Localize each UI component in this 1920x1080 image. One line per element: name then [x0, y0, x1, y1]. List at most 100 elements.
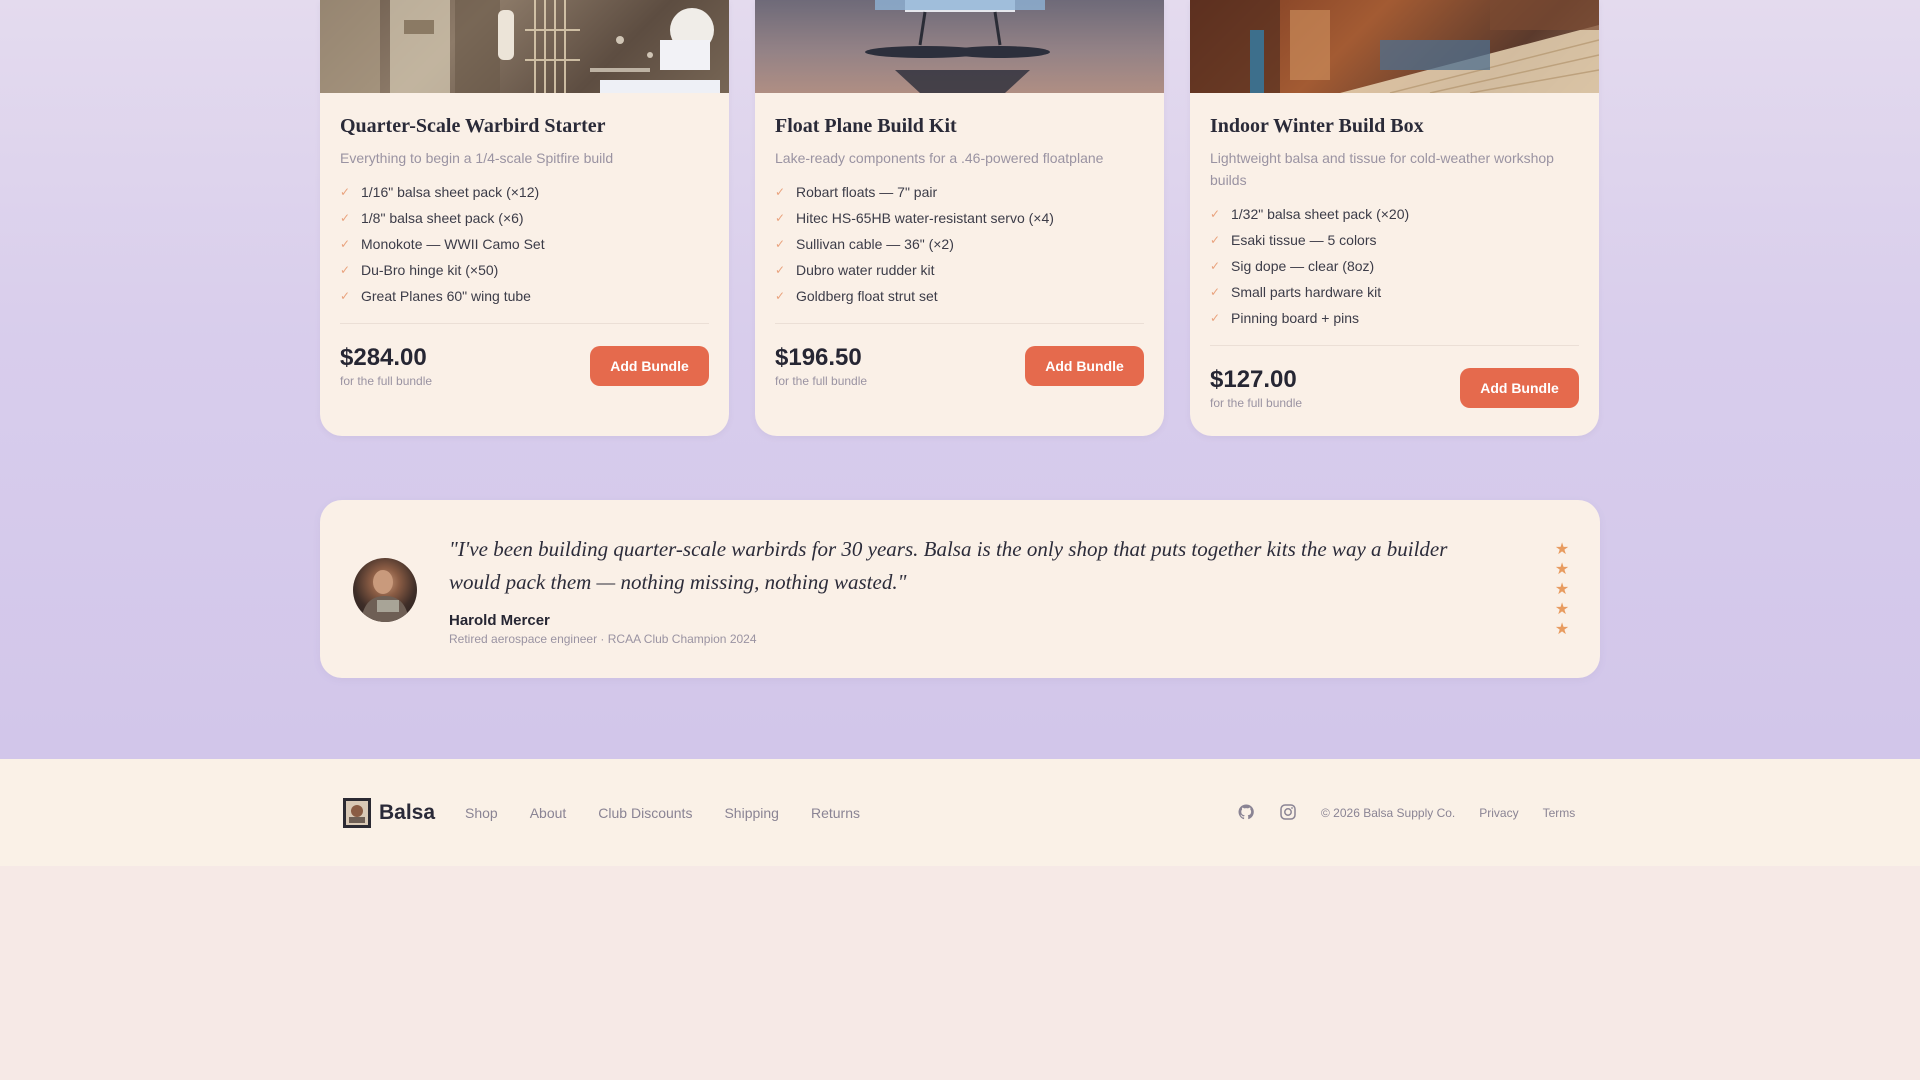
site-footer: Balsa Shop About Club Discounts Shipping…	[0, 759, 1920, 866]
product-subtitle: Lightweight balsa and tissue for cold-we…	[1210, 150, 1554, 188]
card-divider	[340, 323, 709, 324]
feature-list: ✓ 1/32" balsa sheet pack (×20) ✓ Esaki tis…	[1210, 201, 1579, 331]
feature-text: Esaki tissue — 5 colors	[1231, 232, 1377, 248]
check-icon: ✓	[340, 237, 351, 251]
product-title: Indoor Winter Build Box	[1210, 115, 1424, 137]
product-photo-floatplane	[755, 0, 1164, 93]
avatar-portrait	[361, 570, 409, 622]
feature-item: ✓ 1/16" balsa sheet pack (×12)	[340, 179, 709, 205]
feature-item: ✓ Robart floats — 7" pair	[775, 179, 1144, 205]
product-photo-indoor	[1190, 0, 1599, 93]
testimonial-author-role: Retired aerospace engineer · RCAA Club C…	[449, 632, 757, 646]
feature-text: Small parts hardware kit	[1231, 284, 1382, 300]
feature-text: 1/16" balsa sheet pack (×12)	[361, 184, 540, 200]
star-icon: ★	[1554, 621, 1570, 638]
instagram-icon[interactable]	[1280, 804, 1296, 820]
add-bundle-button[interactable]: Add Bundle	[1025, 346, 1144, 386]
footer-nav: Shop About Club Discounts Shipping Retur…	[465, 804, 860, 822]
price-note: for the full bundle	[1210, 396, 1303, 410]
testimonial-quote: "I've been building quarter-scale warbir…	[449, 537, 1448, 594]
feature-item: ✓ Sig dope — clear (8oz)	[1210, 253, 1579, 279]
check-icon: ✓	[340, 263, 351, 277]
feature-item: ✓ Du-Bro hinge kit (×50)	[340, 257, 709, 283]
feature-text: Robart floats — 7" pair	[796, 184, 938, 200]
price: $284.00	[340, 344, 427, 371]
check-icon: ✓	[1210, 233, 1221, 247]
github-icon[interactable]	[1238, 804, 1254, 820]
check-icon: ✓	[775, 185, 786, 199]
footer-nav-returns[interactable]: Returns	[811, 804, 860, 822]
copyright: © 2026 Balsa Supply Co.	[1321, 806, 1456, 820]
feature-text: Monokote — WWII Camo Set	[361, 236, 545, 252]
brand-link[interactable]: Balsa	[343, 798, 435, 828]
feature-item: ✓ Dubro water rudder kit	[775, 257, 1144, 283]
feature-item: ✓ Pinning board + pins	[1210, 305, 1579, 331]
feature-item: ✓ Small parts hardware kit	[1210, 279, 1579, 305]
product-title: Float Plane Build Kit	[775, 115, 957, 137]
product-title: Quarter-Scale Warbird Starter	[340, 115, 606, 137]
feature-item: ✓ Goldberg float strut set	[775, 283, 1144, 309]
feature-list: ✓ Robart floats — 7" pair ✓ Hitec HS-65HB …	[775, 179, 1144, 309]
product-card-indoor: Indoor Winter Build Box Lightweight bals…	[1190, 0, 1599, 436]
privacy-link[interactable]: Privacy	[1479, 806, 1518, 820]
add-bundle-button[interactable]: Add Bundle	[590, 346, 709, 386]
feature-item: ✓ Monokote — WWII Camo Set	[340, 231, 709, 257]
feature-text: Pinning board + pins	[1231, 310, 1360, 326]
check-icon: ✓	[340, 289, 351, 303]
feature-item: ✓ 1/8" balsa sheet pack (×6)	[340, 205, 709, 231]
feature-text: Du-Bro hinge kit (×50)	[361, 262, 499, 278]
feature-text: Sullivan cable — 36" (×2)	[796, 236, 954, 252]
feature-text: 1/32" balsa sheet pack (×20)	[1231, 206, 1410, 222]
footer-nav-shop[interactable]: Shop	[465, 804, 498, 822]
star-icon: ★	[1554, 581, 1570, 598]
testimonial-card: "I've been building quarter-scale warbir…	[320, 500, 1600, 678]
price-row: $127.00 for the full bundle Add Bundle	[1210, 366, 1579, 410]
floatplane-image	[755, 0, 1164, 93]
footer-meta: © 2026 Balsa Supply Co. Privacy Terms	[1321, 806, 1575, 820]
feature-text: Sig dope — clear (8oz)	[1231, 258, 1375, 274]
warbird-kit-image	[320, 0, 720, 93]
check-icon: ✓	[1210, 311, 1221, 325]
social-links	[1238, 804, 1296, 820]
price-note: for the full bundle	[775, 374, 868, 388]
check-icon: ✓	[775, 237, 786, 251]
price: $127.00	[1210, 366, 1297, 393]
product-cards: Quarter-Scale Warbird Starter Everything…	[320, 0, 1600, 436]
product-card-warbird: Quarter-Scale Warbird Starter Everything…	[320, 0, 729, 436]
product-photo-warbird	[320, 0, 729, 93]
price-row: $196.50 for the full bundle Add Bundle	[775, 344, 1144, 388]
star-icon: ★	[1554, 541, 1570, 558]
star-icon: ★	[1554, 561, 1570, 578]
check-icon: ✓	[775, 289, 786, 303]
check-icon: ✓	[1210, 285, 1221, 299]
check-icon: ✓	[340, 185, 351, 199]
feature-item: ✓ Sullivan cable — 36" (×2)	[775, 231, 1144, 257]
star-icon: ★	[1554, 601, 1570, 618]
card-divider	[1210, 345, 1579, 346]
check-icon: ✓	[1210, 207, 1221, 221]
feature-text: Goldberg float strut set	[796, 288, 938, 304]
footer-nav-about[interactable]: About	[530, 804, 567, 822]
footer-nav-shipping[interactable]: Shipping	[724, 804, 779, 822]
terms-link[interactable]: Terms	[1543, 806, 1576, 820]
feature-item: ✓ Esaki tissue — 5 colors	[1210, 227, 1579, 253]
star-rating: ★ ★ ★ ★ ★	[1550, 540, 1574, 640]
check-icon: ✓	[340, 211, 351, 225]
feature-item: ✓ Hitec HS-65HB water-resistant servo (×4…	[775, 205, 1144, 231]
product-subtitle: Lake-ready components for a .46-powered …	[775, 150, 1104, 166]
feature-text: Dubro water rudder kit	[796, 262, 935, 278]
card-divider	[775, 323, 1144, 324]
check-icon: ✓	[1210, 259, 1221, 273]
product-card-floatplane: Float Plane Build Kit Lake-ready compone…	[755, 0, 1164, 436]
add-bundle-button[interactable]: Add Bundle	[1460, 368, 1579, 408]
footer-nav-club-discounts[interactable]: Club Discounts	[598, 804, 692, 822]
feature-item: ✓ Great Planes 60" wing tube	[340, 283, 709, 309]
check-icon: ✓	[775, 211, 786, 225]
check-icon: ✓	[775, 263, 786, 277]
workshop-image	[1190, 0, 1599, 93]
price: $196.50	[775, 344, 862, 371]
avatar	[353, 558, 417, 622]
feature-item: ✓ 1/32" balsa sheet pack (×20)	[1210, 201, 1579, 227]
feature-text: Great Planes 60" wing tube	[361, 288, 531, 304]
testimonial-author: Harold Mercer	[449, 612, 550, 629]
